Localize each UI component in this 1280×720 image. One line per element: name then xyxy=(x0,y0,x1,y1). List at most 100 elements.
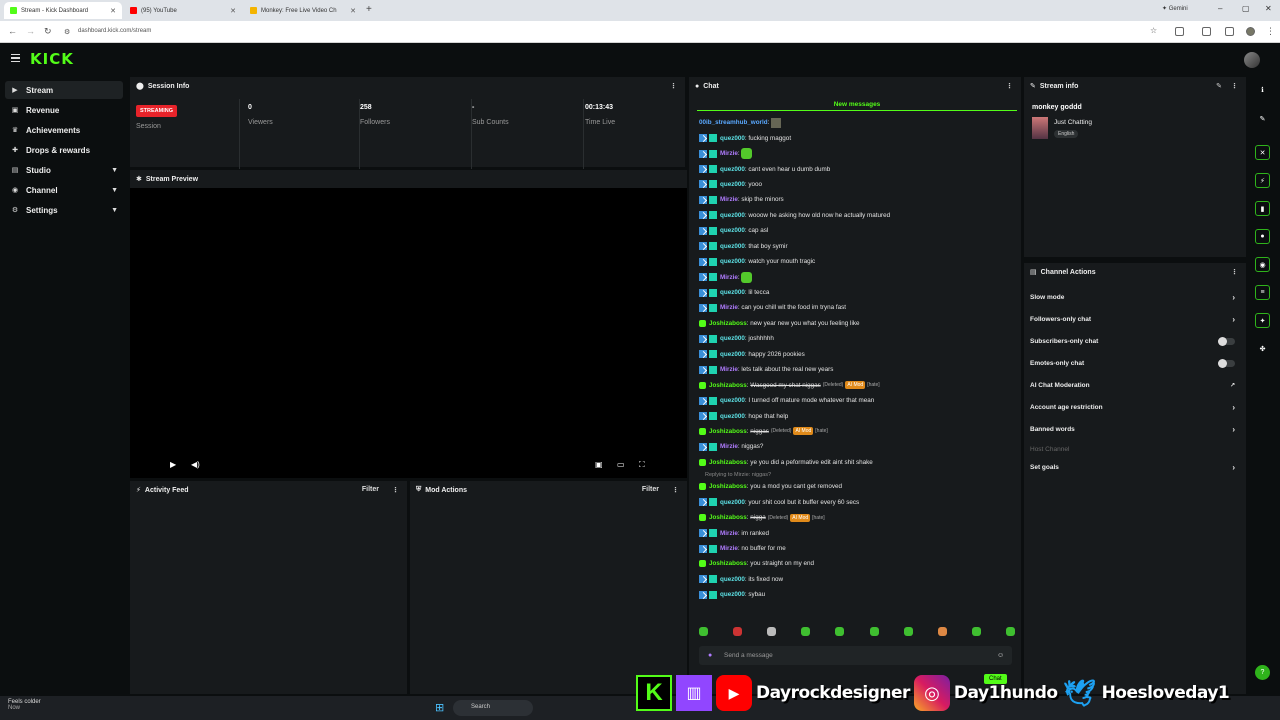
category-name[interactable]: Just Chatting xyxy=(1054,119,1092,126)
banned-words-row[interactable]: Banned words › xyxy=(1030,422,1235,436)
close-tab-icon[interactable]: ✕ xyxy=(230,7,236,15)
site-info-icon[interactable]: ⚙ xyxy=(64,28,70,36)
emote-icon[interactable] xyxy=(869,627,879,636)
chat-username[interactable]: quez000 xyxy=(720,258,745,265)
browser-menu-icon[interactable]: ⋮ xyxy=(1266,26,1275,37)
chat-username[interactable]: Joshizaboss xyxy=(709,560,747,567)
chat-message-input[interactable]: Send a message xyxy=(699,646,1012,665)
sidebar-item-stream[interactable]: ▶ Stream xyxy=(5,81,123,99)
close-tab-icon[interactable]: ✕ xyxy=(110,7,116,15)
lightning-icon[interactable]: ⚡ xyxy=(1255,173,1270,188)
close-panel-icon[interactable]: ✕ xyxy=(1255,145,1270,160)
emote-icon[interactable] xyxy=(801,627,811,636)
chat-username[interactable]: 00ib_streamhub_world xyxy=(699,119,768,126)
list-icon[interactable]: ≡ xyxy=(1255,285,1270,300)
weather-widget[interactable]: Feels colder Now xyxy=(8,699,41,711)
chat-username[interactable]: quez000 xyxy=(720,413,745,420)
hamburger-menu-icon[interactable] xyxy=(11,54,20,62)
chat-username[interactable]: Joshizaboss xyxy=(709,320,747,327)
chat-icon[interactable]: ● xyxy=(1255,229,1270,244)
sidebar-item-settings[interactable]: ⚙ Settings ▼ xyxy=(5,201,123,219)
chat-username[interactable]: Mirzie xyxy=(720,274,738,281)
subscribers-only-toggle[interactable] xyxy=(1218,336,1235,346)
play-icon[interactable]: ▶ xyxy=(170,460,176,469)
emote-icon[interactable] xyxy=(937,627,947,636)
more-options-icon[interactable]: ⋮ xyxy=(1231,268,1238,276)
chat-username[interactable]: quez000 xyxy=(720,499,745,506)
close-window-icon[interactable]: ✕ xyxy=(1265,4,1272,13)
puzzle-icon[interactable]: ✤ xyxy=(1255,341,1270,356)
chat-username[interactable]: Joshizaboss xyxy=(709,382,747,389)
chat-username[interactable]: Joshizaboss xyxy=(709,459,747,466)
user-avatar[interactable] xyxy=(1244,52,1260,68)
theater-mode-icon[interactable]: ▭ xyxy=(617,460,625,469)
chat-username[interactable]: quez000 xyxy=(720,227,745,234)
video-player[interactable]: ▶ ◀) ▣ ▭ ⛶ xyxy=(130,188,687,478)
ai-moderation-row[interactable]: AI Chat Moderation ↗ xyxy=(1030,378,1235,392)
filter-button[interactable]: Filter xyxy=(362,486,379,493)
emote-icon[interactable] xyxy=(835,627,845,636)
chat-username[interactable]: quez000 xyxy=(720,289,745,296)
profile-avatar-icon[interactable] xyxy=(1246,27,1255,36)
close-tab-icon[interactable]: ✕ xyxy=(350,7,356,15)
emote-icon[interactable] xyxy=(971,627,981,636)
chat-username[interactable]: Mirzie xyxy=(720,545,738,552)
minimize-icon[interactable]: – xyxy=(1218,4,1222,13)
extensions-icon[interactable] xyxy=(1175,27,1184,36)
emote-icon[interactable] xyxy=(767,627,777,636)
chat-username[interactable]: Joshizaboss xyxy=(709,428,747,435)
browser-tab-youtube[interactable]: (95) YouTube ✕ xyxy=(124,2,242,19)
sidebar-item-studio[interactable]: ▤ Studio ▼ xyxy=(5,161,123,179)
fullscreen-icon[interactable]: ⛶ xyxy=(639,460,645,470)
more-options-icon[interactable]: ⋮ xyxy=(1006,82,1013,90)
chat-username[interactable]: Mirzie xyxy=(720,530,738,537)
picture-in-picture-icon[interactable]: ▣ xyxy=(595,460,603,469)
chat-username[interactable]: Mirzie xyxy=(720,366,738,373)
emotes-only-toggle[interactable] xyxy=(1218,358,1235,368)
profile-switch-icon[interactable] xyxy=(1225,27,1234,36)
account-age-row[interactable]: Account age restriction › xyxy=(1030,400,1235,414)
browser-tab-kick[interactable]: Stream - Kick Dashboard ✕ xyxy=(4,2,122,19)
reload-icon[interactable]: ↻ xyxy=(44,26,52,37)
cast-icon[interactable] xyxy=(1202,27,1211,36)
set-goals-row[interactable]: Set goals › xyxy=(1030,460,1235,474)
chat-username[interactable]: Mirzie xyxy=(720,150,738,157)
filter-button[interactable]: Filter xyxy=(642,486,659,493)
chat-username[interactable]: quez000 xyxy=(720,397,745,404)
kick-logo[interactable]: KICK xyxy=(30,50,74,68)
emoji-picker-icon[interactable]: ☺ xyxy=(997,652,1004,659)
windows-start-icon[interactable]: ⊞ xyxy=(435,701,444,714)
emote-icon[interactable] xyxy=(903,627,913,636)
chat-username[interactable]: Mirzie xyxy=(720,304,738,311)
chat-username[interactable]: quez000 xyxy=(720,576,745,583)
chat-username[interactable]: quez000 xyxy=(720,591,745,598)
emote-icon[interactable] xyxy=(733,627,743,636)
chat-username[interactable]: quez000 xyxy=(720,166,745,173)
more-options-icon[interactable]: ⋮ xyxy=(392,486,399,494)
sidebar-item-revenue[interactable]: ▣ Revenue xyxy=(5,101,123,119)
url-field[interactable]: dashboard.kick.com/stream xyxy=(78,28,151,34)
chat-username[interactable]: Mirzie xyxy=(720,443,738,450)
document-icon[interactable]: ▮ xyxy=(1255,201,1270,216)
chat-username[interactable]: quez000 xyxy=(720,135,745,142)
new-tab-button[interactable]: + xyxy=(366,4,372,15)
chat-username[interactable]: Joshizaboss xyxy=(709,514,747,521)
broadcast-icon[interactable]: ◉ xyxy=(1255,257,1270,272)
chat-username[interactable]: quez000 xyxy=(720,181,745,188)
browser-tab-monkey[interactable]: Monkey: Free Live Video Ch ✕ xyxy=(244,2,362,19)
sidebar-item-achievements[interactable]: ♛ Achievements xyxy=(5,121,123,139)
microphone-icon[interactable]: ● xyxy=(708,652,712,659)
more-options-icon[interactable]: ⋮ xyxy=(670,82,677,90)
back-icon[interactable]: ← xyxy=(8,26,17,36)
bookmark-star-icon[interactable]: ☆ xyxy=(1150,26,1157,35)
emote-icon[interactable] xyxy=(699,627,708,636)
chat-username[interactable]: Mirzie xyxy=(720,196,738,203)
slow-mode-row[interactable]: Slow mode › xyxy=(1030,290,1235,304)
more-options-icon[interactable]: ⋮ xyxy=(672,486,679,494)
chat-username[interactable]: quez000 xyxy=(720,212,745,219)
sidebar-item-channel[interactable]: ◉ Channel ▼ xyxy=(5,181,123,199)
followers-only-row[interactable]: Followers-only chat › xyxy=(1030,312,1235,326)
edit-layout-icon[interactable]: ✎ xyxy=(1255,111,1270,126)
edit-icon[interactable]: ✎ xyxy=(1216,82,1222,90)
forward-icon[interactable]: → xyxy=(26,26,35,36)
